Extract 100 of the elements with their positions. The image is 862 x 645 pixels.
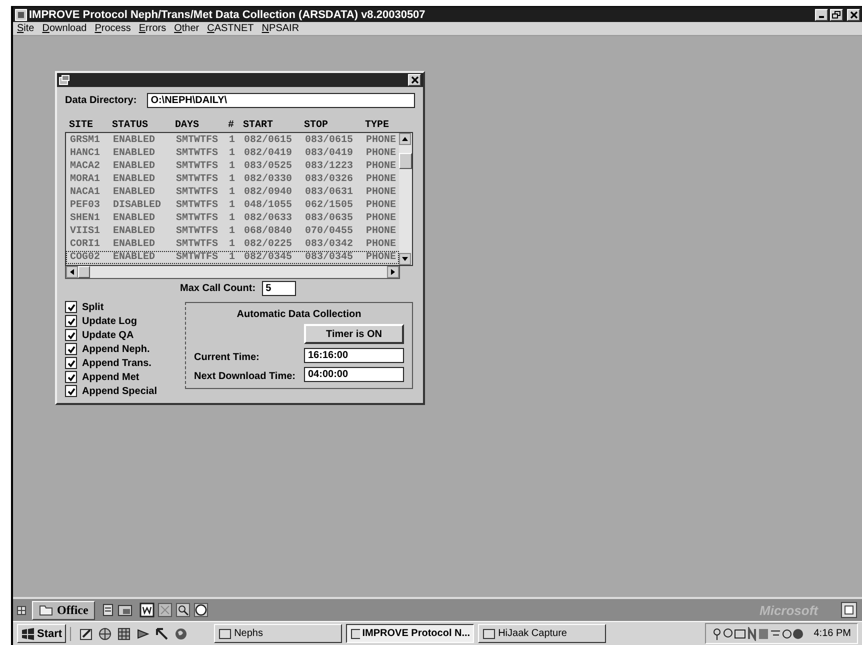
group-title: Automatic Data Collection — [236, 309, 362, 320]
current-time-field[interactable]: 16:16:00 — [304, 348, 404, 363]
close-button[interactable] — [408, 74, 421, 86]
table-cell-text: 083/0525 — [244, 161, 294, 172]
table-cell-text: 1 — [229, 252, 236, 263]
table-cell-text: ENABLED — [113, 161, 156, 172]
table-cell-text: VIIS1 — [70, 226, 102, 237]
checkbox[interactable] — [65, 385, 77, 397]
checkbox[interactable] — [65, 329, 77, 341]
list-row[interactable]: PEF03 DISABLED SMTWTFS 1 048/1055 062/1505 PHONE — [66, 199, 399, 212]
arrow-icon[interactable] — [136, 626, 150, 640]
list-row[interactable]: SHEN1 ENABLED SMTWTFS 1 082/0633 083/0635 PHONE — [66, 212, 399, 225]
table-cell-text: 083/1223 — [305, 161, 354, 172]
windows-logo-icon — [21, 628, 35, 640]
checkbox[interactable] — [65, 315, 77, 327]
menu-item[interactable]: NPSAIR — [262, 23, 300, 34]
scroll-thumb[interactable] — [399, 153, 412, 169]
table-cell-text: CORI1 — [70, 239, 102, 250]
table-cell-text: 083/0615 — [305, 135, 354, 146]
checkbox[interactable] — [65, 371, 77, 383]
circle-icon[interactable] — [193, 602, 210, 618]
start-button[interactable]: Start — [17, 624, 66, 643]
table-cell-text: 1 — [229, 174, 236, 185]
list-row[interactable]: MACA2 ENABLED SMTWTFS 1 083/0525 083/1223 PHONE — [66, 160, 399, 173]
checkbox[interactable] — [65, 301, 77, 313]
list-row[interactable]: COG02 ENABLED SMTWTFS 1 082/0345 083/0345 PHONE — [66, 251, 399, 264]
table-cell-text: PHONE — [366, 135, 398, 146]
table-cell-text: 1 — [229, 213, 236, 224]
table-cell-text: 082/0419 — [244, 148, 294, 159]
list-row[interactable]: VIIS1 ENABLED SMTWTFS 1 068/0840 070/0455 PHONE — [66, 225, 399, 238]
table-cell-text: MORA1 — [70, 174, 102, 185]
table-cell-text: SMTWTFS — [176, 135, 220, 146]
taskbar-button[interactable]: HiJaak Capture — [478, 624, 606, 643]
table-cell-text: ENABLED — [113, 174, 156, 185]
directory-field[interactable]: O:\NEPH\DAILY\ — [146, 93, 415, 108]
menu-item[interactable]: Errors — [138, 23, 166, 34]
next-download-time-field[interactable]: 04:00:00 — [304, 367, 404, 382]
table-cell-text: PEF03 — [70, 200, 102, 211]
taskbar-button[interactable]: Nephs — [214, 624, 342, 643]
table-cell-text: 082/0345 — [244, 252, 294, 263]
close-button[interactable] — [847, 8, 860, 20]
globe-icon[interactable] — [98, 626, 112, 640]
checkbox[interactable] — [65, 343, 77, 355]
table-cell-text: SMTWTFS — [176, 226, 220, 237]
checkbox-label: Split — [82, 302, 104, 312]
table-cell-text: SMTWTFS — [176, 213, 220, 224]
column-header: STATUS — [112, 120, 150, 131]
menu-item[interactable]: Download — [42, 23, 87, 34]
vertical-scrollbar[interactable] — [399, 133, 412, 265]
window-icon[interactable] — [117, 603, 134, 617]
table-cell-text: ENABLED — [113, 226, 156, 237]
table-cell-text: 048/1055 — [244, 200, 294, 211]
table-cell-text: DISABLED — [113, 200, 162, 211]
clock: 4:16 PM — [814, 628, 851, 639]
magnifier-icon[interactable] — [175, 602, 192, 618]
pen-icon[interactable] — [79, 626, 94, 640]
table-cell-text: 070/0455 — [305, 226, 354, 237]
document-icon[interactable] — [101, 603, 116, 617]
menu-item[interactable]: Site — [17, 23, 34, 34]
checkbox-label: Append Trans. — [82, 358, 152, 368]
menu-item[interactable]: CASTNET — [207, 23, 254, 34]
table-cell-text: PHONE — [366, 161, 398, 172]
table-cell-text: 1 — [229, 200, 236, 211]
list-row[interactable]: NACA1 ENABLED SMTWTFS 1 082/0940 083/0631 PHONE — [66, 186, 399, 199]
word-icon[interactable] — [139, 602, 156, 618]
globe-icon[interactable] — [174, 626, 188, 640]
table-cell-text: ENABLED — [113, 252, 156, 263]
list-row[interactable]: CORI1 ENABLED SMTWTFS 1 082/0225 083/0342 PHONE — [66, 238, 399, 251]
restore-button[interactable] — [830, 8, 843, 20]
timer-button[interactable]: Timer is ON — [304, 324, 404, 344]
table-cell-text: PHONE — [366, 174, 398, 185]
minimize-button[interactable] — [815, 8, 828, 20]
table-cell-text: SHEN1 — [70, 213, 102, 224]
list-row[interactable]: HANC1 ENABLED SMTWTFS 1 082/0419 083/0419 PHONE — [66, 147, 399, 160]
menu-item[interactable]: Process — [94, 23, 131, 34]
max-call-count-field[interactable]: 5 — [262, 281, 296, 296]
grid-icon[interactable] — [157, 602, 174, 618]
column-header: SITE — [69, 120, 94, 131]
minimize-icon — [819, 16, 824, 18]
table-cell-text: PHONE — [366, 239, 398, 250]
menu-item[interactable]: Other — [174, 23, 200, 34]
column-header: START — [243, 120, 274, 131]
document-icon[interactable] — [840, 601, 858, 619]
table-cell-text: 1 — [229, 239, 236, 250]
table-cell-text: MACA2 — [70, 161, 102, 172]
horizontal-scrollbar[interactable] — [65, 266, 400, 279]
table-cell-text: PHONE — [366, 200, 398, 211]
arrow-icon[interactable] — [155, 626, 170, 640]
table-cell-text: 1 — [229, 135, 236, 146]
grid-icon[interactable] — [117, 626, 132, 640]
table-cell-text: ENABLED — [113, 135, 156, 146]
table-cell-text: PHONE — [366, 226, 398, 237]
taskbar-button[interactable]: IMPROVE Protocol N... — [346, 624, 474, 643]
table-cell-text: ENABLED — [113, 148, 156, 159]
table-cell-text: SMTWTFS — [176, 187, 220, 198]
scroll-thumb[interactable] — [78, 266, 90, 278]
list-row[interactable]: GRSM1 ENABLED SMTWTFS 1 082/0615 083/0615 PHONE — [66, 134, 399, 147]
list-row[interactable]: MORA1 ENABLED SMTWTFS 1 082/0330 083/0326 PHONE — [66, 173, 399, 186]
office-button[interactable]: Office — [32, 600, 96, 620]
checkbox[interactable] — [65, 357, 77, 369]
